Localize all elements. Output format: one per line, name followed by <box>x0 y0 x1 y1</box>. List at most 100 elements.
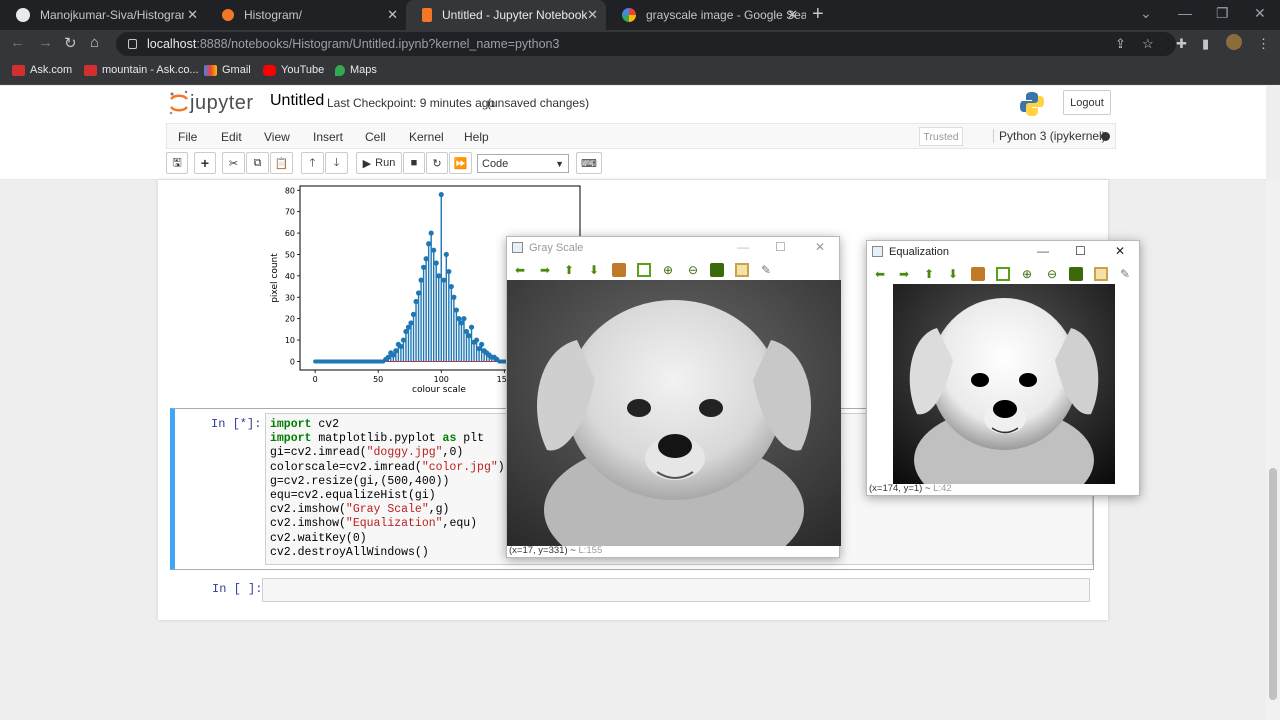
save-button[interactable]: 🖫 <box>166 152 188 174</box>
stem-marker <box>453 307 459 313</box>
pan-down-icon[interactable]: ⬇ <box>946 267 960 281</box>
reload-icon[interactable]: ↻ <box>64 34 77 52</box>
zoom-out-icon[interactable]: ⊖ <box>1045 267 1059 281</box>
restart-button[interactable]: ↻ <box>426 152 448 174</box>
zoom-out-icon[interactable]: ⊖ <box>686 263 700 277</box>
window-title: Gray Scale <box>529 242 584 254</box>
stem-marker <box>410 311 417 317</box>
bookmark-mountain[interactable]: mountain - Ask.co... <box>84 64 199 76</box>
paste-button[interactable]: 📋 <box>270 152 293 174</box>
menu-file[interactable]: File <box>178 130 197 144</box>
bookmark-star-icon[interactable]: ☆ <box>1142 36 1154 52</box>
save-image-icon[interactable] <box>710 263 724 277</box>
pan-down-icon[interactable]: ⬇ <box>587 263 601 277</box>
run-button[interactable]: ▶ Run <box>356 152 402 174</box>
github-icon <box>16 8 30 22</box>
properties-icon[interactable]: ✎ <box>1118 267 1132 281</box>
trusted-indicator[interactable]: Trusted <box>919 127 963 146</box>
home-icon[interactable]: ⌂ <box>90 34 99 51</box>
zoom-fit-icon[interactable] <box>996 267 1010 281</box>
tab-github[interactable]: Manojkumar-Siva/Histogram-of- ✕ <box>0 0 206 30</box>
menu-edit[interactable]: Edit <box>221 130 242 144</box>
jupyter-logo[interactable]: jupyter <box>168 90 254 116</box>
gray-scale-window[interactable]: Gray Scale — ☐ ✕ ⬅ ➡ ⬆ ⬇ ⊕ ⊖ ✎ (x=17, y=… <box>506 236 841 558</box>
close-icon[interactable]: ✕ <box>787 7 798 23</box>
bookmark-gmail[interactable]: Gmail <box>204 64 251 76</box>
info-icon[interactable] <box>128 39 137 49</box>
copy-image-icon[interactable] <box>735 263 749 277</box>
logout-button[interactable]: Logout <box>1063 90 1111 115</box>
equalization-window[interactable]: Equalization — ☐ ✕ ⬅ ➡ ⬆ ⬇ ⊕ ⊖ ✎ (x=174,… <box>866 240 1140 496</box>
cut-button[interactable]: ✂ <box>222 152 245 174</box>
back-icon[interactable]: ← <box>10 34 25 51</box>
profile-avatar[interactable] <box>1226 34 1242 50</box>
move-down-button[interactable]: 🡓 <box>325 152 348 174</box>
cell-type-select[interactable]: Code ▼ <box>477 154 569 173</box>
close-icon[interactable]: ✕ <box>187 7 198 23</box>
minimize-icon[interactable]: — <box>737 240 749 254</box>
pan-up-icon[interactable]: ⬆ <box>922 267 936 281</box>
pan-left-icon[interactable]: ⬅ <box>873 267 887 281</box>
menu-dots-icon[interactable]: ⋮ <box>1257 36 1270 52</box>
save-image-icon[interactable] <box>1069 267 1083 281</box>
close-icon[interactable]: ✕ <box>1115 244 1125 258</box>
side-panel-icon[interactable]: ▮ <box>1202 36 1209 52</box>
copy-button[interactable]: ⧉ <box>246 152 269 174</box>
restore-icon[interactable]: ❐ <box>1216 5 1229 22</box>
menu-help[interactable]: Help <box>464 130 489 144</box>
menu-cell[interactable]: Cell <box>365 130 386 144</box>
restart-run-all-button[interactable]: ⏩ <box>449 152 472 174</box>
empty-code-editor[interactable] <box>262 578 1090 602</box>
bookmark-maps[interactable]: Maps <box>335 64 377 76</box>
command-palette-button[interactable]: ⌨ <box>576 152 602 174</box>
zoom-in-icon[interactable]: ⊕ <box>1020 267 1034 281</box>
extensions-icon[interactable]: ✚ <box>1176 36 1187 52</box>
maximize-icon[interactable]: ☐ <box>775 240 786 254</box>
maximize-icon[interactable]: ☐ <box>1075 244 1086 258</box>
page-scrollbar[interactable] <box>1266 180 1280 720</box>
close-window-icon[interactable]: ✕ <box>1254 5 1266 22</box>
tab-search-icon[interactable]: ⌄ <box>1140 5 1152 22</box>
plus-icon: + <box>200 155 210 171</box>
menu-view[interactable]: View <box>264 130 290 144</box>
close-icon[interactable]: ✕ <box>815 240 825 254</box>
empty-cell-prompt: In [ ]: <box>212 582 263 596</box>
pan-up-icon[interactable]: ⬆ <box>562 263 576 277</box>
minimize-icon[interactable]: — <box>1037 244 1049 258</box>
pan-right-icon[interactable]: ➡ <box>538 263 552 277</box>
address-bar[interactable]: localhost:8888/notebooks/Histogram/Untit… <box>116 32 1176 56</box>
forward-icon[interactable]: → <box>38 34 53 51</box>
tab-untitled-notebook[interactable]: Untitled - Jupyter Notebook ✕ <box>406 0 606 30</box>
close-icon[interactable]: ✕ <box>587 7 598 23</box>
zoom-in-icon[interactable]: ⊕ <box>661 263 675 277</box>
stem-marker <box>451 294 457 300</box>
properties-icon[interactable]: ✎ <box>759 263 773 277</box>
maps-icon <box>335 64 345 76</box>
bookmark-youtube[interactable]: YouTube <box>263 64 324 76</box>
zoom-original-icon[interactable] <box>971 267 985 281</box>
stem-marker <box>421 264 427 270</box>
tab-google-search[interactable]: grayscale image - Google Search ✕ <box>606 0 806 30</box>
menu-insert[interactable]: Insert <box>313 130 343 144</box>
interrupt-button[interactable]: ■ <box>403 152 425 174</box>
window-titlebar[interactable]: Equalization — ☐ ✕ <box>867 241 1139 263</box>
pixel-value: L:42 <box>933 483 952 494</box>
pan-left-icon[interactable]: ⬅ <box>513 263 527 277</box>
menu-kernel[interactable]: Kernel <box>409 130 444 144</box>
scrollbar-thumb[interactable] <box>1269 468 1277 700</box>
zoom-fit-icon[interactable] <box>637 263 651 277</box>
tab-histogram[interactable]: Histogram/ ✕ <box>206 0 406 30</box>
zoom-original-icon[interactable] <box>612 263 626 277</box>
copy-image-icon[interactable] <box>1094 267 1108 281</box>
stop-icon: ■ <box>410 157 418 169</box>
close-icon[interactable]: ✕ <box>387 7 398 23</box>
bookmark-ask[interactable]: Ask.com <box>12 64 72 76</box>
share-icon[interactable]: ⇪ <box>1115 36 1126 52</box>
new-tab-icon[interactable]: + <box>812 3 824 26</box>
minimize-icon[interactable]: — <box>1178 5 1192 21</box>
window-titlebar[interactable]: Gray Scale — ☐ ✕ <box>507 237 839 259</box>
insert-cell-button[interactable]: + <box>194 152 216 174</box>
notebook-title[interactable]: Untitled <box>270 92 324 110</box>
move-up-button[interactable]: 🡑 <box>301 152 324 174</box>
pan-right-icon[interactable]: ➡ <box>897 267 911 281</box>
